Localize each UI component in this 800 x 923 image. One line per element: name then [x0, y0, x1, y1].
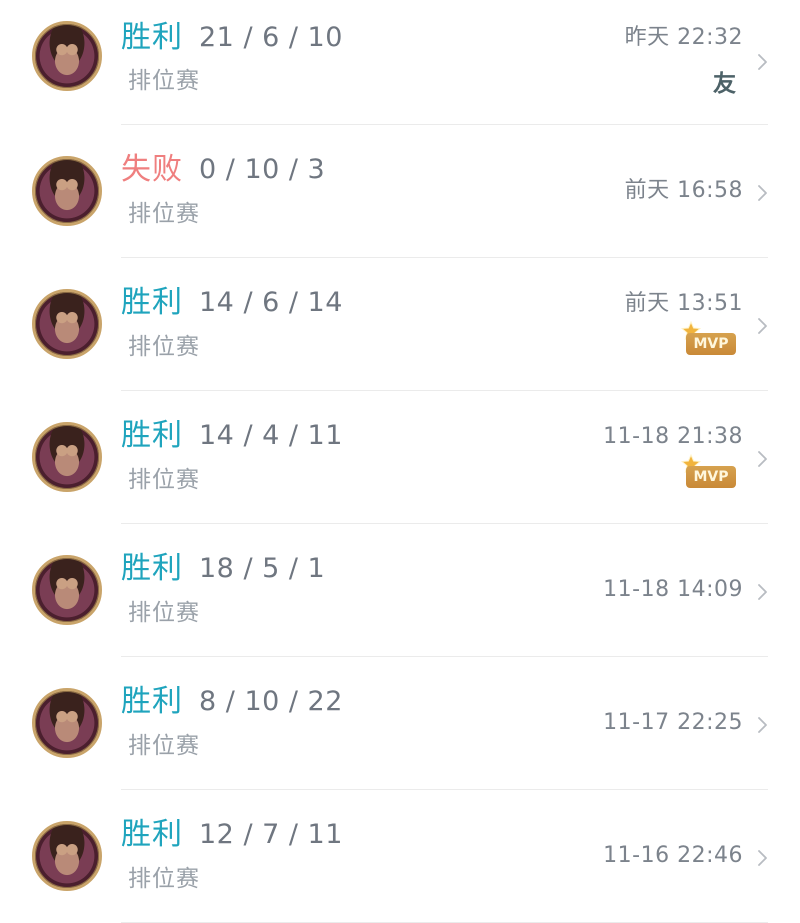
match-time: 11-18 21:38	[603, 424, 743, 449]
match-time: 11-17 22:25	[603, 710, 743, 735]
match-time: 昨天 22:32	[624, 25, 743, 50]
match-time: 前天 16:58	[624, 178, 743, 203]
kda-score: 0 / 10 / 3	[199, 154, 326, 185]
game-mode: 排位赛	[128, 733, 200, 759]
hero-avatar-icon	[32, 422, 102, 492]
kda-score: 12 / 7 / 11	[199, 819, 343, 850]
mvp-badge: MVP	[681, 454, 737, 490]
match-result: 胜利	[121, 418, 183, 453]
game-mode: 排位赛	[128, 334, 200, 360]
hero-avatar-icon	[32, 688, 102, 758]
kda-score: 8 / 10 / 22	[199, 686, 343, 717]
game-mode: 排位赛	[128, 600, 200, 626]
match-history-list: 胜利 21 / 6 / 10 排位赛 昨天 22:32 友 失败 0 / 10 …	[0, 0, 800, 923]
match-result: 胜利	[121, 20, 183, 55]
kda-score: 21 / 6 / 10	[199, 22, 343, 53]
chevron-right-icon	[756, 849, 770, 866]
kda-score: 14 / 6 / 14	[199, 287, 343, 318]
match-time: 11-18 14:09	[603, 577, 743, 602]
chevron-right-icon	[756, 450, 770, 467]
chevron-right-icon	[756, 184, 770, 201]
chevron-right-icon	[756, 583, 770, 600]
match-row[interactable]: 胜利 21 / 6 / 10 排位赛 昨天 22:32 友	[0, 0, 800, 125]
match-result: 失败	[121, 152, 183, 187]
chevron-right-icon	[756, 317, 770, 334]
kda-score: 14 / 4 / 11	[199, 420, 343, 451]
game-mode: 排位赛	[128, 467, 200, 493]
match-row[interactable]: 失败 0 / 10 / 3 排位赛 前天 16:58	[0, 125, 800, 258]
hero-avatar-icon	[32, 821, 102, 891]
match-result: 胜利	[121, 817, 183, 852]
match-row[interactable]: 胜利 8 / 10 / 22 排位赛 11-17 22:25	[0, 657, 800, 790]
mvp-label: MVP	[686, 466, 736, 488]
chevron-right-icon	[756, 716, 770, 733]
match-row[interactable]: 胜利 18 / 5 / 1 排位赛 11-18 14:09	[0, 524, 800, 657]
hero-avatar-icon	[32, 156, 102, 226]
game-mode: 排位赛	[128, 866, 200, 892]
match-row[interactable]: 胜利 12 / 7 / 11 排位赛 11-16 22:46	[0, 790, 800, 923]
game-mode: 排位赛	[128, 201, 200, 227]
chevron-right-icon	[756, 53, 770, 70]
friend-badge: 友	[713, 71, 736, 97]
match-time: 前天 13:51	[624, 291, 743, 316]
hero-avatar-icon	[32, 289, 102, 359]
match-row[interactable]: 胜利 14 / 4 / 11 排位赛 11-18 21:38 MVP	[0, 391, 800, 524]
hero-avatar-icon	[32, 555, 102, 625]
kda-score: 18 / 5 / 1	[199, 553, 326, 584]
match-result: 胜利	[121, 551, 183, 586]
match-result: 胜利	[121, 285, 183, 320]
match-row[interactable]: 胜利 14 / 6 / 14 排位赛 前天 13:51 MVP	[0, 258, 800, 391]
mvp-badge: MVP	[681, 321, 737, 357]
match-result: 胜利	[121, 684, 183, 719]
match-time: 11-16 22:46	[603, 843, 743, 868]
game-mode: 排位赛	[128, 68, 200, 94]
mvp-label: MVP	[686, 333, 736, 355]
hero-avatar-icon	[32, 21, 102, 91]
